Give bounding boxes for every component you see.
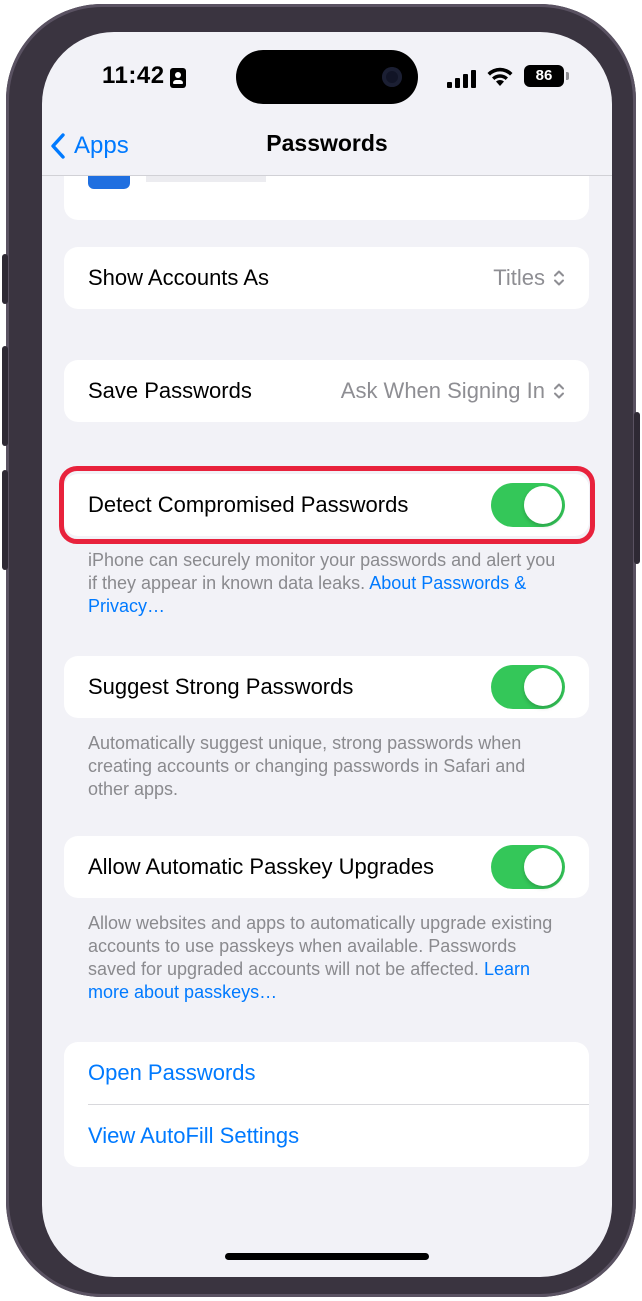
scrolled-row-partial <box>64 176 589 220</box>
passkey-upgrades-label: Allow Automatic Passkey Upgrades <box>88 854 435 879</box>
toggle-knob <box>524 668 562 706</box>
save-passwords-label: Save Passwords <box>88 378 252 403</box>
side-button <box>634 412 640 564</box>
view-autofill-row[interactable]: View AutoFill Settings <box>64 1105 589 1167</box>
detect-compromised-row: Detect Compromised Passwords <box>64 474 589 536</box>
save-passwords-value-text: Ask When Signing In <box>340 378 545 403</box>
battery-tip <box>566 72 569 80</box>
wifi-icon <box>487 67 513 86</box>
toggle-knob <box>524 486 562 524</box>
action-button <box>2 254 8 304</box>
chevron-up-down-icon <box>554 270 564 286</box>
detect-compromised-label: Detect Compromised Passwords <box>88 492 409 517</box>
suggest-strong-row: Suggest Strong Passwords <box>64 656 589 718</box>
detect-compromised-toggle[interactable] <box>491 483 565 527</box>
suggest-strong-label: Suggest Strong Passwords <box>88 674 354 699</box>
battery-icon: 86 <box>524 65 564 87</box>
detect-compromised-footer: iPhone can securely monitor your passwor… <box>88 549 558 618</box>
show-accounts-row[interactable]: Show Accounts As Titles <box>64 247 589 309</box>
save-passwords-row[interactable]: Save Passwords Ask When Signing In <box>64 360 589 422</box>
passkey-upgrades-group: Allow Automatic Passkey Upgrades <box>64 836 589 898</box>
show-accounts-value-text: Titles <box>493 265 545 290</box>
show-accounts-group: Show Accounts As Titles <box>64 247 589 309</box>
app-icon-partial <box>88 176 130 189</box>
partial-row-text <box>146 176 266 182</box>
open-passwords-row[interactable]: Open Passwords <box>64 1042 589 1104</box>
suggest-strong-group: Suggest Strong Passwords <box>64 656 589 718</box>
passkey-upgrades-row: Allow Automatic Passkey Upgrades <box>64 836 589 898</box>
show-accounts-value[interactable]: Titles <box>493 265 565 291</box>
status-time: 11:42 <box>102 62 165 89</box>
camera-icon <box>382 67 402 87</box>
volume-down-button <box>2 470 8 570</box>
passkey-upgrades-footer: Allow websites and apps to automatically… <box>88 912 558 1004</box>
home-indicator[interactable] <box>225 1253 429 1260</box>
passwords-links-group: Open Passwords View AutoFill Settings <box>64 1042 589 1167</box>
cellular-signal-icon <box>447 70 477 88</box>
open-passwords-link[interactable]: Open Passwords <box>88 1060 565 1086</box>
passkey-upgrades-toggle[interactable] <box>491 845 565 889</box>
detect-compromised-group: Detect Compromised Passwords <box>64 474 589 536</box>
page-title: Passwords <box>266 130 388 156</box>
phone-frame: 11:42 86 Apps Passwords Show Accounts As… <box>2 4 640 1297</box>
chevron-up-down-icon <box>554 383 564 399</box>
save-passwords-group: Save Passwords Ask When Signing In <box>64 360 589 422</box>
passkey-upgrades-footer-text: Allow websites and apps to automatically… <box>88 913 553 979</box>
save-passwords-value[interactable]: Ask When Signing In <box>341 378 565 404</box>
volume-up-button <box>2 346 8 446</box>
screen: 11:42 86 Apps Passwords Show Accounts As… <box>42 32 612 1277</box>
toggle-knob <box>524 848 562 886</box>
suggest-strong-toggle[interactable] <box>491 665 565 709</box>
contact-card-icon <box>170 68 186 88</box>
show-accounts-label: Show Accounts As <box>88 265 269 290</box>
suggest-strong-footer: Automatically suggest unique, strong pas… <box>88 733 526 799</box>
view-autofill-link[interactable]: View AutoFill Settings <box>88 1123 565 1149</box>
dynamic-island <box>236 50 418 104</box>
